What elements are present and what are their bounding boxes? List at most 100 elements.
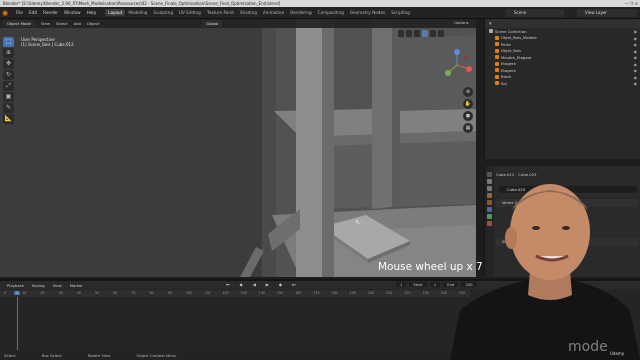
visibility-eye-icon[interactable]: ◉ [634,68,638,73]
wireframe-shading-icon[interactable] [414,30,420,37]
active-object-label: (1) Scene_Bois | Cube.012 [21,42,74,47]
collection-icon [495,68,499,73]
collection-icon [495,42,499,47]
playback-menu[interactable]: Playback [3,283,28,288]
view-menu[interactable]: View [49,283,66,288]
select-menu[interactable]: Select [53,21,71,26]
menu-render[interactable]: Render [40,10,61,15]
svg-text:↖: ↖ [355,219,360,226]
view-menu[interactable]: View [38,21,53,26]
workspace-tab-sculpting[interactable]: Sculpting [150,9,176,16]
collection-icon [495,48,499,53]
play-reverse-icon[interactable]: ◀ [249,282,260,287]
rotate-tool-icon[interactable]: ↻ [3,70,14,80]
viewport-shading-buttons [398,30,444,37]
rendered-shading-icon[interactable] [438,30,444,37]
visibility-eye-icon[interactable]: ◉ [634,42,638,47]
workspace-tab-geometry-nodes[interactable]: Geometry Nodes [347,9,388,16]
outliner-row-label: Meuble_Etagere [501,54,532,60]
blender-logo-icon[interactable]: ◉ [2,9,10,17]
outliner-row-label: Objet_Bois [501,48,522,54]
visibility-eye-icon[interactable]: ◉ [634,62,638,67]
timeline-ruler[interactable]: 0 10 20 30 40 50 60 70 80 90 100 110 120 130 140 150 160… [0,290,470,297]
jump-start-icon[interactable]: ⏮ [222,282,234,287]
outliner-row[interactable]: Sol ◉ [485,80,640,87]
playback-controls: ⏮ ◆ ◀ ▶ ◆ ⏭ [222,282,300,287]
presenter-webcam [450,184,640,360]
menu-file[interactable]: File [13,10,26,15]
menu-edit[interactable]: Edit [26,10,40,15]
move-tool-icon[interactable]: ✥ [3,59,14,69]
collection-icon [489,29,493,34]
status-rotate-view: Rotate View [87,353,111,358]
workspace-tab-uv-editing[interactable]: UV Editing [176,9,204,16]
outliner-row-label: Objet_Bois_Modele [501,35,537,41]
playhead[interactable] [17,297,18,350]
scene-selector[interactable]: Scene [506,9,564,17]
status-context-menu: Object Context Menu [136,353,177,358]
filter-icon[interactable]: ▾ [489,21,492,27]
timeline-tick-label: 190 [349,291,356,295]
add-menu[interactable]: Add [71,21,84,26]
tool-shelf: ⬚ ⊕ ✥ ↻ ⤢ ▣ ✎ 📐 [3,37,14,124]
pan-hand-icon[interactable]: ✋ [463,99,473,109]
visibility-eye-icon[interactable]: ◉ [634,55,638,60]
visibility-eye-icon[interactable]: ◉ [634,81,638,86]
options-dropdown[interactable]: Options [454,20,469,25]
visibility-eye-icon[interactable]: ◉ [634,49,638,54]
prev-key-icon[interactable]: ◆ [236,282,247,287]
menu-help[interactable]: Help [84,10,100,15]
current-frame-field[interactable]: 1 [396,282,407,287]
play-icon[interactable]: ▶ [262,282,273,287]
jump-end-icon[interactable]: ⏭ [288,282,300,287]
current-frame-indicator[interactable]: 1 [14,291,21,295]
menu-window[interactable]: Window [61,10,84,15]
window-title: Blender* [E:\Udemy\Blender_2.90_ITI\Mesh… [3,1,281,6]
workspace-tab-animation[interactable]: Animation [260,9,287,16]
timeline-tick-label: 10 [22,291,27,295]
cursor-tool-icon[interactable]: ⊕ [3,48,14,58]
collection-icon [495,81,499,86]
transform-orientation-dropdown[interactable]: Global [202,20,223,27]
workspace-tab-rendering[interactable]: Rendering [287,9,314,16]
xray-icon[interactable] [406,30,412,37]
annotate-tool-icon[interactable]: ✎ [3,103,14,113]
navigation-gizmo[interactable] [440,47,474,83]
window-controls[interactable]: — ❐ ✕ [625,0,638,7]
zoom-icon[interactable]: ⊕ [463,87,473,97]
scale-tool-icon[interactable]: ⤢ [3,81,14,91]
keying-menu[interactable]: Keying [28,283,49,288]
timeline-tick-label: 210 [386,291,393,295]
overlay-icon[interactable] [398,30,404,37]
visibility-eye-icon[interactable]: ◉ [634,36,638,41]
start-frame-field[interactable]: 1 [429,282,441,287]
workspace-tab-compositing[interactable]: Compositing [315,9,347,16]
presenter-brand-text: mode [568,339,608,355]
outliner-row-label: Scene Collection [495,28,527,34]
material-shading-icon[interactable] [430,30,436,37]
view-layer-selector[interactable]: View Layer [577,9,637,17]
timeline-tick-label: 80 [149,291,154,295]
marker-menu[interactable]: Marker [66,283,87,288]
object-mode-dropdown[interactable]: Object Mode [3,20,35,27]
workspace-tab-layout[interactable]: Layout [105,9,126,16]
camera-icon[interactable]: ◼ [463,111,473,121]
3d-viewport[interactable]: ↖ Object Mode View Select Add Object Glo… [0,19,476,277]
solid-shading-icon[interactable] [422,30,428,37]
workspace-tab-shading[interactable]: Shading [237,9,260,16]
status-select: Select [4,353,16,358]
workspace-tab-texture-paint[interactable]: Texture Paint [204,9,237,16]
workspace-tab-modeling[interactable]: Modeling [125,9,150,16]
select-box-tool-icon[interactable]: ⬚ [3,37,14,47]
object-menu[interactable]: Object [84,21,102,26]
measure-tool-icon[interactable]: 📐 [3,114,14,124]
next-key-icon[interactable]: ◆ [275,282,286,287]
visibility-eye-icon[interactable]: ◉ [634,75,638,80]
visibility-eye-icon[interactable]: ◉ [634,29,638,34]
transform-tool-icon[interactable]: ▣ [3,92,14,102]
timeline-tick-label: 180 [331,291,338,295]
timeline-tick-label: 100 [186,291,193,295]
grid-perspective-icon[interactable]: ▦ [463,123,473,133]
timeline-tick-label: 40 [76,291,81,295]
workspace-tab-scripting[interactable]: Scripting [388,9,413,16]
